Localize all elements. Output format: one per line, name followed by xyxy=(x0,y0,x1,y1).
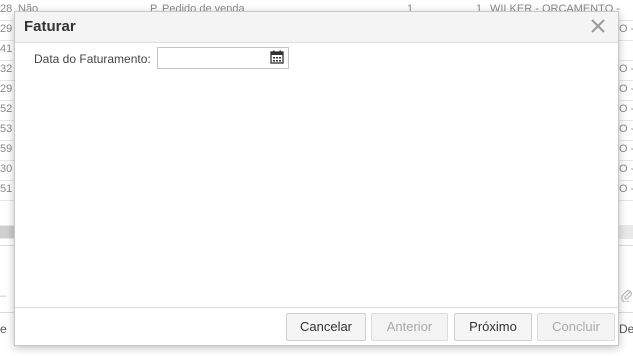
table-cell: 29 xyxy=(0,23,13,35)
dialog-footer: Cancelar Anterior Próximo Concluir xyxy=(15,307,618,345)
table-cell: 30 xyxy=(0,163,13,175)
table-cell: O - xyxy=(619,83,633,95)
table-cell: O - xyxy=(619,63,633,75)
table-cell: O - xyxy=(619,143,633,155)
previous-button[interactable]: Anterior xyxy=(371,313,448,341)
scrollbar-thumb[interactable] xyxy=(0,226,14,238)
finish-button[interactable]: Concluir xyxy=(537,313,615,341)
next-button[interactable]: Próximo xyxy=(454,313,532,341)
cancel-button[interactable]: Cancelar xyxy=(286,313,366,341)
table-cell: 53 xyxy=(0,123,13,135)
table-cell: 51 xyxy=(0,183,13,195)
paperclip-icon[interactable] xyxy=(621,288,633,305)
background-footer-text: De xyxy=(619,322,633,336)
billing-date-label: Data do Faturamento: xyxy=(34,52,151,66)
table-cell: O - xyxy=(619,163,633,175)
table-cell: O - xyxy=(619,23,633,35)
dialog-header: Faturar xyxy=(15,12,618,43)
background-footer-text: e xyxy=(0,322,7,336)
faturar-dialog: Faturar Data do Faturamento: Cancelar An… xyxy=(14,11,619,346)
table-cell: 59 xyxy=(0,143,13,155)
table-cell: 41 xyxy=(0,43,13,55)
table-cell: 52 xyxy=(0,103,13,115)
close-icon[interactable] xyxy=(588,15,608,37)
table-cell: 29 xyxy=(0,83,13,95)
dialog-title: Faturar xyxy=(24,18,76,35)
table-cell: O - xyxy=(619,123,633,135)
calendar-icon[interactable] xyxy=(270,50,286,66)
background-dash: – xyxy=(0,290,7,302)
table-cell: 32 xyxy=(0,63,13,75)
table-cell: O - xyxy=(619,183,633,195)
table-cell: O - xyxy=(619,103,633,115)
table-cell: 28 xyxy=(0,3,13,15)
